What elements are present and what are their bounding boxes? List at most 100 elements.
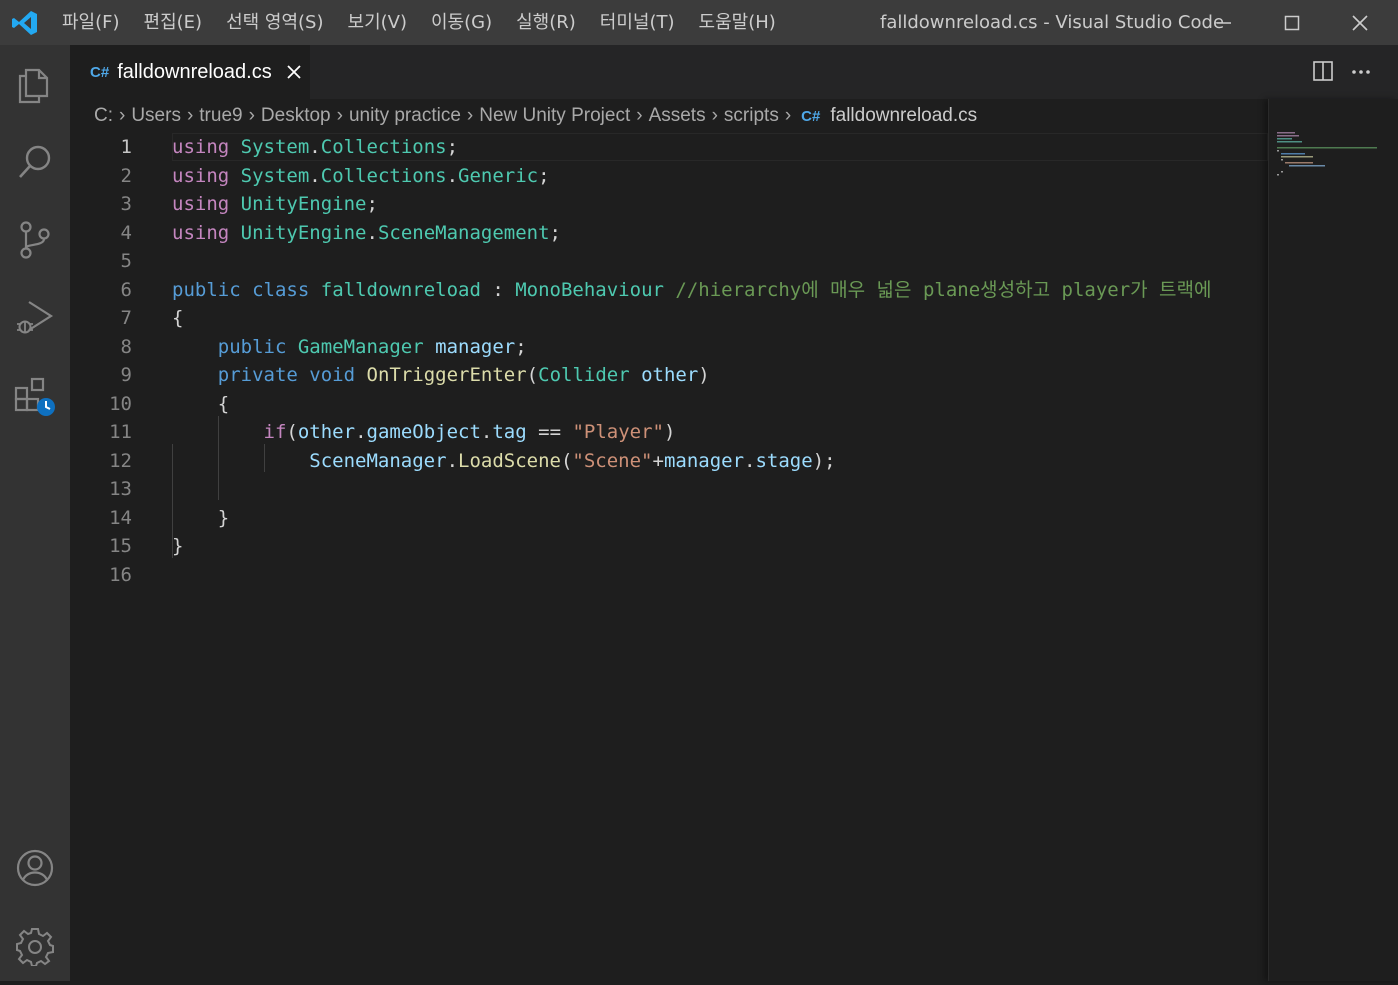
chevron-right-icon: › [336,105,343,126]
more-actions-button[interactable] [1350,60,1372,86]
code-token: ( [286,421,298,443]
tab-close-button[interactable] [286,64,302,80]
extensions-button[interactable] [0,357,70,435]
code-line[interactable]: 10 { [70,390,1268,418]
breadcrumb-item[interactable]: Desktop [261,105,331,127]
minimize-button[interactable] [1190,0,1258,45]
code-line[interactable]: 7{ [70,304,1268,332]
source-control-button[interactable] [0,201,70,279]
code-text: if(other.gameObject.tag == "Player") [172,418,676,446]
breadcrumb-item[interactable]: true9 [199,105,242,127]
search-icon [19,145,51,178]
chevron-right-icon: › [248,105,255,126]
code-token: } [172,506,230,529]
minimize-icon [1217,21,1231,24]
maximize-button[interactable] [1258,0,1326,45]
menu-file[interactable]: 파일(F) [50,0,132,45]
code-token: gameObject [366,421,481,443]
code-token: LoadScene [458,449,561,472]
breadcrumb-item[interactable]: New Unity Project [479,105,630,127]
code-line[interactable]: 3 using UnityEngine; [70,190,1268,218]
csharp-icon: C# [801,107,821,125]
code-line[interactable]: 4 using UnityEngine.SceneManagement; [70,219,1268,247]
code-token: if [263,421,287,443]
breadcrumb-item[interactable]: scripts [724,105,779,127]
menu-go[interactable]: 이동(G) [419,0,504,45]
extensions-icon [14,377,55,416]
code-line[interactable]: 12 SceneManager.LoadScene("Scene"+manage… [70,447,1268,475]
accounts-icon [16,849,54,887]
code-token: void [309,364,356,386]
minimap[interactable] [1268,99,1398,981]
code-line[interactable]: 13 [70,475,1268,503]
settings-button[interactable] [0,907,70,985]
code-token: ( [560,449,573,472]
run-debug-button[interactable] [0,279,70,357]
breadcrumb-item[interactable]: Assets [649,105,706,127]
code-token: GameManager [297,335,424,358]
code-token: == [526,421,573,443]
code-token: ); [812,449,836,472]
code-token: Collider [538,364,630,386]
code-line[interactable]: 15} [70,532,1268,560]
menu-run[interactable]: 실행(R) [504,0,588,45]
line-number: 13 [109,478,132,500]
breadcrumb-item[interactable]: C: [94,105,113,127]
code-token: "Scene" [572,449,653,472]
code-text: using UnityEngine; [172,190,378,218]
code-line[interactable]: 5 [70,247,1268,275]
code-token: falldownreload [320,278,481,301]
menu-help[interactable]: 도움말(H) [687,0,788,45]
line-number: 16 [109,563,132,586]
code-editor[interactable]: 1 using System.Collections; 2 using System.… [70,133,1268,981]
code-token: public [172,278,241,301]
close-window-button[interactable] [1326,0,1394,45]
accounts-button[interactable] [0,829,70,907]
csharp-icon: C# [90,63,110,81]
code-token: Generic [458,164,539,187]
tab-falldownreload[interactable]: C# falldownreload.cs [70,45,310,99]
close-icon [1352,14,1368,31]
code-line[interactable]: 9 private void OnTriggerEnter(Collider o… [70,361,1268,389]
menu-terminal[interactable]: 터미널(T) [588,0,687,45]
code-line[interactable]: 6 public class falldownreload : MonoBehav… [70,276,1268,304]
explorer-icon [18,68,49,104]
line-number: 3 [120,193,132,215]
breadcrumb-item[interactable]: Users [131,105,181,127]
menu-selection[interactable]: 선택 영역(S) [214,0,335,45]
code-line[interactable]: 8 public GameManager manager; [70,333,1268,361]
line-number: 14 [109,506,132,529]
line-number: 9 [120,364,132,386]
code-text: { [172,304,183,332]
code-line[interactable]: 11 if(other.gameObject.tag == "Player") [70,418,1268,446]
code-line[interactable]: 2 using System.Collections.Generic; [70,162,1268,190]
code-line[interactable]: 14 } [70,504,1268,532]
breadcrumb-item[interactable]: unity practice [349,105,461,127]
code-token: { [172,307,184,329]
code-token: System [240,136,310,158]
search-button[interactable] [0,123,70,201]
breadcrumb-file[interactable]: falldownreload.cs [830,105,977,127]
menu-view[interactable]: 보기(V) [336,0,419,45]
line-number: 4 [120,221,132,244]
code-token: ) [698,364,710,386]
explorer-button[interactable] [0,45,70,123]
split-editor-button[interactable] [1312,60,1334,86]
code-line[interactable]: 16 [70,561,1268,589]
code-token: } [172,535,184,557]
settings-gear-icon [16,928,54,966]
menu-edit[interactable]: 편집(E) [132,0,215,45]
code-text: public GameManager manager; [172,333,527,361]
minimap-preview [1277,132,1377,176]
code-text: using UnityEngine.SceneManagement; [172,219,561,247]
code-line[interactable]: 1 using System.Collections; [70,133,1268,161]
code-token: . [446,449,459,472]
line-number: 15 [109,535,132,557]
code-token: using [172,164,230,187]
code-token: stage [755,449,813,472]
